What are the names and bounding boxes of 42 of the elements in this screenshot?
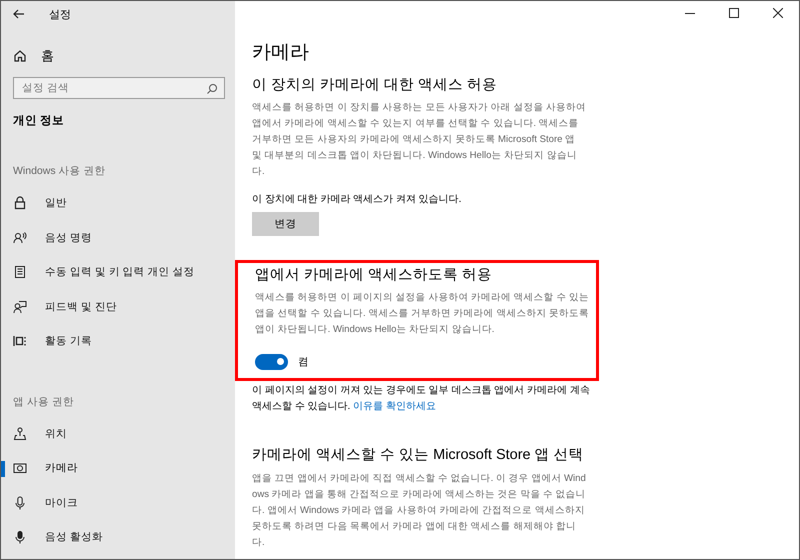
sidebar-item[interactable]: 카메라: [1, 451, 235, 486]
section-heading: 이 장치의 카메라에 대한 액세스 허용: [252, 76, 498, 94]
change-button[interactable]: 변경: [252, 212, 319, 236]
feedback-icon: [13, 300, 27, 314]
window-title: 설정: [49, 8, 71, 22]
sidebar-item[interactable]: 피드백 및 진단: [1, 290, 235, 324]
sidebar-item[interactable]: 위치: [1, 416, 235, 451]
location-icon: [13, 426, 27, 441]
maximize-icon[interactable]: [729, 8, 739, 18]
toggle-switch[interactable]: [255, 354, 288, 370]
lock-icon: [13, 196, 27, 210]
status-text: 이 장치에 대한 카메라 액세스가 켜져 있습니다.: [252, 193, 462, 206]
microphone-icon: [13, 496, 27, 510]
learn-why-link[interactable]: 이유를 확인하세요: [353, 401, 436, 412]
sidebar-item[interactable]: 수동 입력 및 키 입력 개인 설정: [1, 255, 235, 290]
voice-icon: [13, 230, 27, 245]
toggle-label: 켬: [298, 355, 309, 369]
keyboard-icon: [13, 265, 27, 280]
back-icon[interactable]: [13, 9, 25, 19]
home-icon: [13, 49, 27, 63]
section-heading: 카메라에 액세스할 수 있는 Microsoft Store 앱 선택: [252, 446, 585, 465]
sidebar-item[interactable]: 일반: [1, 186, 235, 220]
description-text: 앱을 끄면 앱에서 카메라에 직접 액세스할 수 없습니다. 이 경우 앱에서 Windows 카메라 앱을 통해 간접적으로 카메라에 액세스하는 것은 막을 수 없습니다. 앱에서 Windows 카메라 앱을 사용하여 카메라에 간접적으로 액세스하지 못하도록 하려면 다음 목록에서 카메라 앱에 대한 액세스를 해제해야 합니다.: [252, 472, 587, 550]
search-field[interactable]: 설정 검색: [13, 77, 225, 99]
home-link[interactable]: 홈: [41, 47, 54, 65]
section-heading: 앱 사용 권한: [12, 394, 75, 410]
description-text: 액세스를 허용하면 이 페이지의 설정을 사용하여 카메라에 액세스할 수 있는 앱을 선택할 수 있습니다. 액세스를 거부하면 카메라에 액세스하지 못하도록 앱이 차단됩니다. Windows Hello는 차단되지 않습니다.: [255, 291, 590, 337]
page-title: 카메라: [252, 41, 310, 65]
description-text: 액세스를 허용하면 이 장치를 사용하는 모든 사용자가 아래 설정을 사용하여 앱에서 카메라에 액세스할 수 있는지 여부를 선택할 수 있습니다. 액세스를 거부하면 모든 사용자의 카메라에 액세스하지 못하도록 Microsoft Store 앱 및 대부분의 데스크톱 앱이 차단됩니다. Windows Hello는 차단되지 않습니다.: [252, 101, 587, 179]
close-icon[interactable]: [773, 8, 783, 18]
microphone-icon: [13, 530, 27, 544]
sidebar-item[interactable]: 음성 활성화: [1, 520, 235, 554]
search-icon: [206, 83, 218, 95]
sidebar-item[interactable]: 마이크: [1, 486, 235, 520]
note-text: 이 페이지의 설정이 꺼져 있는 경우에도 일부 데스크톱 앱에서 카메라에 계속 액세스할 수 있습니다. 이유를 확인하세요: [252, 384, 591, 414]
section-heading: Windows 사용 권한: [12, 164, 106, 179]
category-title: 개인 정보: [12, 114, 66, 128]
section-heading: 앱에서 카메라에 액세스하도록 허용: [255, 266, 494, 284]
camera-icon: [13, 461, 27, 476]
sidebar-item[interactable]: 활동 기록: [1, 324, 235, 358]
timeline-icon: [13, 334, 27, 348]
sidebar-item[interactable]: 음성 명령: [1, 220, 235, 255]
